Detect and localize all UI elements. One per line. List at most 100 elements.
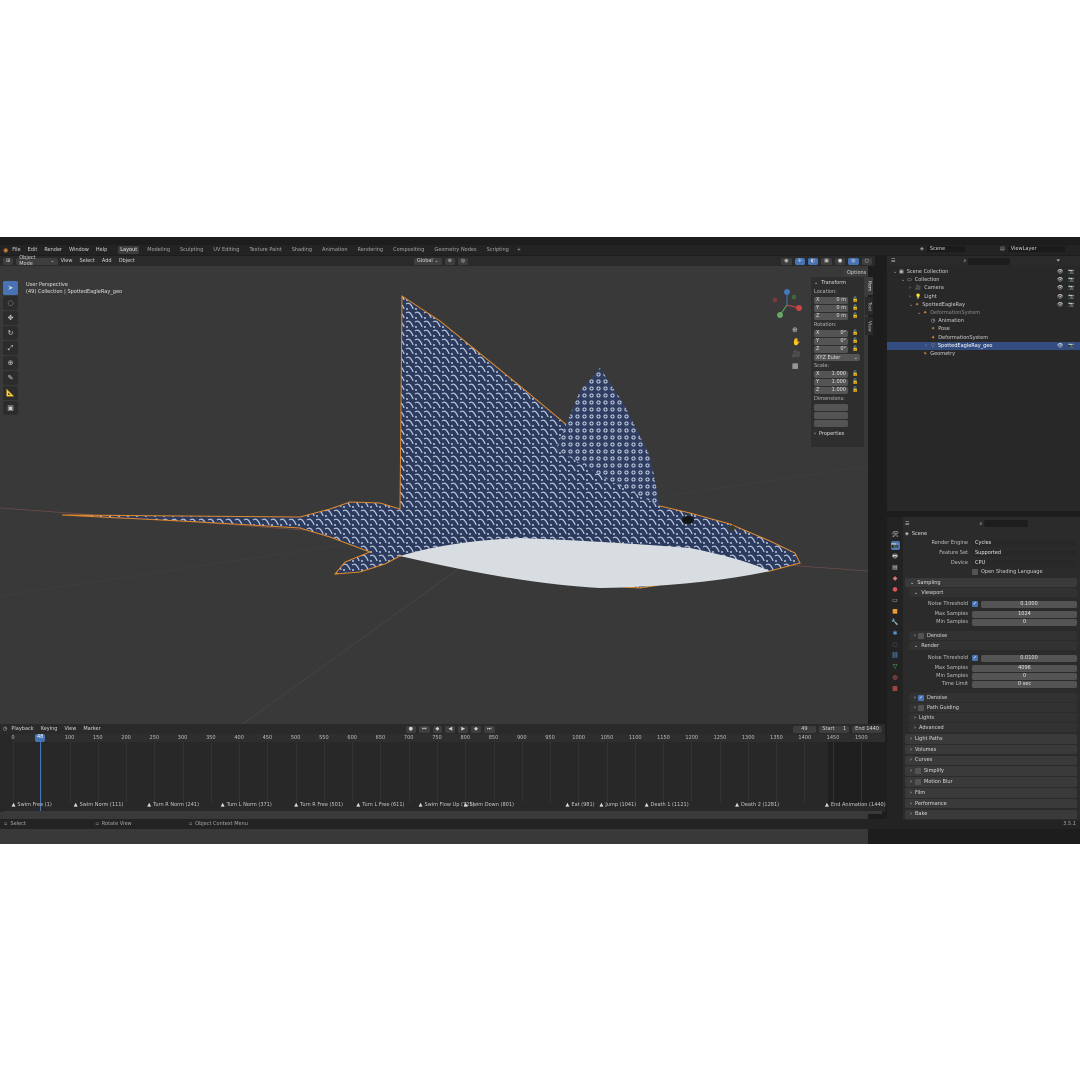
tab-modeling[interactable]: Modeling xyxy=(145,246,172,254)
add-workspace-button[interactable]: + xyxy=(517,247,521,253)
render-visibility-icon[interactable]: 📷 xyxy=(1068,269,1074,275)
object-mode-dropdown[interactable]: Object Mode ⌄ xyxy=(16,255,58,267)
rotate-tool-icon[interactable]: ↻ xyxy=(3,326,18,340)
transform-header[interactable]: ⌄ Transform xyxy=(814,279,861,287)
editor-type-button[interactable]: ⊞ xyxy=(3,257,14,265)
overlay-icon[interactable]: ◐ xyxy=(807,257,819,265)
play-reverse-icon[interactable]: ◀ xyxy=(445,725,456,733)
dimensions-z-field[interactable] xyxy=(814,419,848,427)
viewport-menu-view[interactable]: View xyxy=(61,258,73,264)
menu-window[interactable]: Window xyxy=(69,247,89,253)
shading-solid-icon[interactable]: ● xyxy=(834,257,846,265)
section-performance[interactable]: › Performance xyxy=(905,798,1077,809)
outliner-item[interactable]: ⌄ ✦ DeformationSystem xyxy=(887,309,1080,317)
outliner-item[interactable]: ✦ DeformationSystem xyxy=(887,334,1080,342)
outliner-item[interactable]: ◷ Animation xyxy=(887,317,1080,325)
timeline-menu-playback[interactable]: Playback xyxy=(11,726,33,732)
timeline-menu-marker[interactable]: Marker xyxy=(83,726,100,732)
lights-subpanel[interactable]: › Lights xyxy=(909,713,1077,722)
jump-start-icon[interactable]: ⏮ xyxy=(419,725,430,733)
render-noise-threshold-field[interactable]: 0.0100 xyxy=(981,654,1077,662)
tab-scripting[interactable]: Scripting xyxy=(485,246,511,254)
playhead-frame[interactable]: 48 xyxy=(35,734,46,742)
play-icon[interactable]: ▶ xyxy=(458,725,469,733)
object-tab-icon[interactable]: ■ xyxy=(891,607,900,616)
osl-checkbox[interactable] xyxy=(972,569,978,575)
dimensions-x-field[interactable] xyxy=(814,403,848,411)
select-tool-icon[interactable]: ➤ xyxy=(3,281,18,295)
material-tab-icon[interactable]: ◍ xyxy=(891,673,900,682)
modifier-tab-icon[interactable]: 🔧 xyxy=(891,618,900,627)
section-curves[interactable]: › Curves xyxy=(905,755,1077,766)
tab-uv-editing[interactable]: UV Editing xyxy=(211,246,241,254)
section-bake[interactable]: › Bake xyxy=(905,809,1077,820)
scale-y-field[interactable]: Y 1.000 xyxy=(814,378,848,386)
render-denoise-checkbox[interactable]: ✓ xyxy=(918,694,924,701)
timeline[interactable]: 0501001502002503003504004505005506006507… xyxy=(0,734,888,814)
jump-end-icon[interactable]: ⏭ xyxy=(483,725,495,733)
noise-threshold-checkbox[interactable]: ✓ xyxy=(972,601,978,607)
location-z-field[interactable]: Z 0 m xyxy=(814,312,848,320)
view-layer-name[interactable]: ViewLayer xyxy=(1007,246,1065,252)
start-frame-field[interactable]: Start 1 xyxy=(819,725,850,733)
perspective-toggle-icon[interactable]: ▦ xyxy=(792,362,802,374)
section-motion-blur[interactable]: › Motion Blur xyxy=(905,777,1077,787)
transform-tool-icon[interactable]: ⊕ xyxy=(3,356,18,370)
viewport-denoise-checkbox[interactable] xyxy=(918,632,924,639)
particles-tab-icon[interactable]: ✱ xyxy=(891,629,900,638)
timeline-marker[interactable]: ▲ Death 2 (1281) xyxy=(735,802,779,808)
scale-x-field[interactable]: X 1.000 xyxy=(814,370,848,378)
timeline-marker[interactable]: ▲ Swim Norm (111) xyxy=(74,802,124,808)
section-checkbox[interactable] xyxy=(915,778,921,785)
editor-type-icon[interactable]: ☰ xyxy=(891,258,895,264)
options-dropdown[interactable]: Options ⌄ xyxy=(844,269,868,276)
scale-z-field[interactable]: Z 1.000 xyxy=(814,386,848,394)
time-limit-field[interactable]: 0 sec xyxy=(972,680,1077,688)
shading-material-icon[interactable]: ◍ xyxy=(848,257,859,265)
viewport-menu-object[interactable]: Object xyxy=(119,258,135,264)
eye-icon[interactable]: 👁 xyxy=(1057,269,1063,275)
outliner-item[interactable]: ⌄ ✶ SpottedEagleRay 👁 📷 xyxy=(887,301,1080,309)
timeline-menu-keying[interactable]: Keying xyxy=(41,726,58,732)
render-visibility-icon[interactable]: 📷 xyxy=(1068,302,1074,308)
scene-selector[interactable]: ◈ Scene xyxy=(920,246,966,252)
collection-tab-icon[interactable]: ▭ xyxy=(891,596,900,605)
outliner-item[interactable]: › ▽ SpottedEagleRay_geo 👁 📷 xyxy=(887,341,1080,350)
lock-icon[interactable]: 🔓 xyxy=(852,379,858,385)
properties-editor[interactable]: 🛠 📷 🖶 ▤ ◆ ● ▭ ■ 🔧 ✱ ◌ ⛓ ▽ ◍ ▩ ☰ ⌕ ◈ Scen… xyxy=(887,517,1080,820)
tab-animation[interactable]: Animation xyxy=(320,246,350,254)
render-min-samples-field[interactable]: 0 xyxy=(972,672,1077,680)
render-denoise-subpanel[interactable]: › ✓ Denoise xyxy=(909,693,1077,702)
add-cube-tool-icon[interactable]: ▣ xyxy=(3,401,18,415)
render-visibility-icon[interactable]: 📷 xyxy=(1068,277,1074,283)
section-film[interactable]: › Film xyxy=(905,788,1077,798)
visibility-icon[interactable]: ◉ xyxy=(781,257,792,265)
menu-file[interactable]: File xyxy=(12,247,20,253)
camera-view-icon[interactable]: 🎥 xyxy=(792,350,802,362)
viewport-max-samples-field[interactable]: 1024 xyxy=(972,610,1077,618)
menu-help[interactable]: Help xyxy=(96,247,107,253)
gizmo-icon[interactable]: ✣ xyxy=(794,257,805,265)
render-visibility-icon[interactable]: 📷 xyxy=(1068,294,1074,300)
xray-icon[interactable]: ▣ xyxy=(821,257,832,265)
shading-rendered-icon[interactable]: ○ xyxy=(861,257,872,265)
sidebar-tab-view[interactable]: View xyxy=(865,317,873,335)
viewport-menu-add[interactable]: Add xyxy=(102,258,112,264)
cursor-tool-icon[interactable]: ◌ xyxy=(3,296,18,310)
outliner-item[interactable]: ⌄ ▣ Scene Collection 👁 📷 xyxy=(887,268,1080,276)
render-max-samples-field[interactable]: 4096 xyxy=(972,664,1077,672)
lock-icon[interactable]: 🔓 xyxy=(852,338,858,344)
timeline-marker[interactable]: ▲ Swim Down (801) xyxy=(464,802,514,808)
viewport-menu-select[interactable]: Select xyxy=(79,258,94,264)
data-tab-icon[interactable]: ▽ xyxy=(891,662,900,671)
scene-tab-icon[interactable]: ◆ xyxy=(891,574,900,583)
scene-name[interactable]: Scene xyxy=(926,246,966,252)
section-simplify[interactable]: › Simplify xyxy=(905,766,1077,776)
snap-icon[interactable]: ⊚ xyxy=(444,257,455,265)
viewport-noise-threshold-field[interactable]: 0.1000 xyxy=(981,600,1077,608)
timeline-marker[interactable]: ▲ Death 1 (1121) xyxy=(645,802,689,808)
tab-sculpting[interactable]: Sculpting xyxy=(178,246,205,254)
sidebar-tab-item[interactable]: Item xyxy=(865,277,873,295)
section-checkbox[interactable] xyxy=(915,768,921,775)
outliner-item[interactable]: ✶ Geometry xyxy=(887,350,1080,358)
